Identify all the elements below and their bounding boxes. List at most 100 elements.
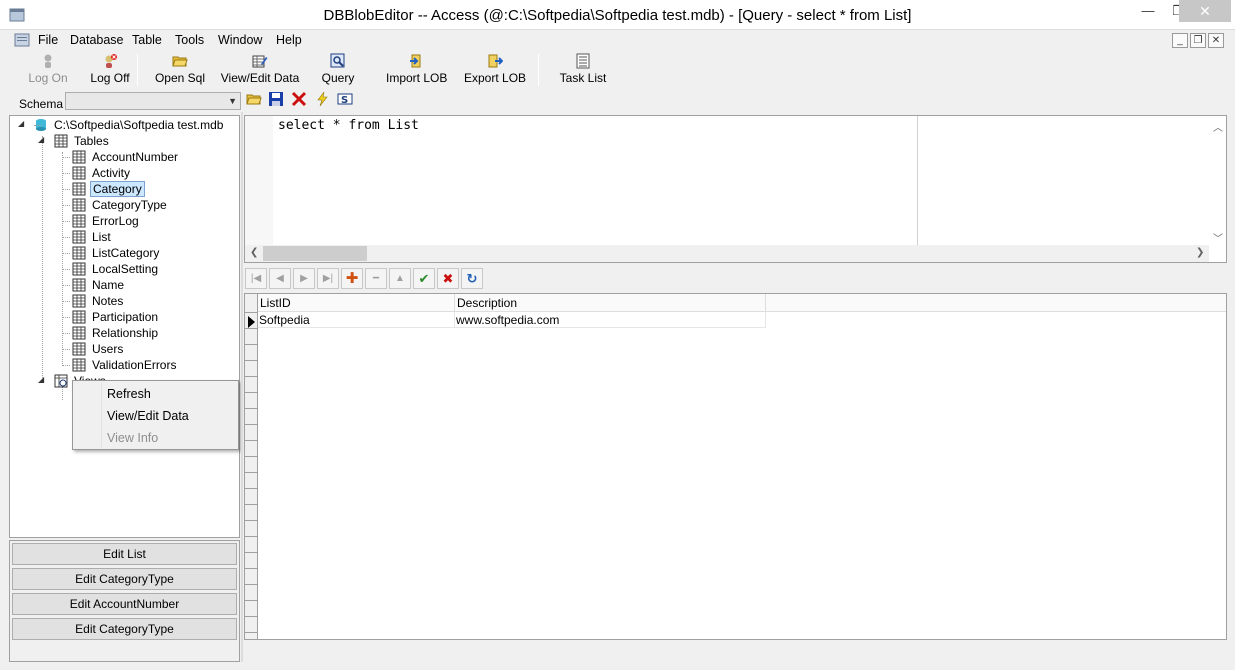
svg-text:S: S	[341, 95, 348, 106]
tree-table-item[interactable]: Users	[62, 341, 232, 357]
edit-list-button[interactable]: Edit List	[12, 543, 237, 565]
tree-table-item[interactable]: CategoryType	[62, 197, 232, 213]
row-indicator-divider	[245, 424, 258, 425]
table-icon	[72, 166, 86, 180]
tree-table-item[interactable]: Notes	[62, 293, 232, 309]
tree-table-item[interactable]: ValidationErrors	[62, 357, 232, 373]
context-menu-view-edit-data[interactable]: View/Edit Data	[107, 409, 189, 423]
delete-record-button[interactable]: ━	[365, 268, 387, 289]
row-indicator-divider	[245, 600, 258, 601]
document-icon[interactable]	[14, 32, 30, 48]
table-icon	[72, 262, 86, 276]
log-on-button[interactable]: Log On	[26, 52, 70, 88]
tree-table-label: Name	[92, 278, 125, 292]
context-menu-refresh[interactable]: Refresh	[107, 387, 151, 401]
grid-cell[interactable]: Softpedia	[258, 312, 455, 328]
menu-tools[interactable]: Tools	[175, 33, 204, 47]
minimize-button[interactable]: —	[1133, 0, 1163, 22]
current-row-indicator-icon	[248, 316, 255, 328]
sql-text[interactable]: select * from List	[278, 118, 419, 133]
query-icon	[330, 53, 345, 68]
sql-editor[interactable]: select * from List ︿ ﹀ ❮ ❯	[244, 115, 1227, 263]
column-header-description[interactable]: Description	[455, 294, 766, 312]
scroll-left-icon[interactable]: ❮	[250, 247, 258, 258]
tree-table-item[interactable]: Relationship	[62, 325, 232, 341]
view-edit-data-button[interactable]: View/Edit Data	[220, 52, 300, 88]
tree-table-item[interactable]: Participation	[62, 309, 232, 325]
save-icon[interactable]	[268, 91, 284, 107]
row-indicator-divider	[245, 312, 258, 313]
refresh-data-button[interactable]: ↻	[461, 268, 483, 289]
panel-splitter[interactable]	[241, 112, 243, 662]
open-file-icon[interactable]	[246, 91, 262, 107]
scroll-thumb[interactable]	[263, 246, 367, 261]
task-list-button[interactable]: Task List	[556, 52, 610, 88]
edit-categorytype-button-2[interactable]: Edit CategoryType	[12, 618, 237, 640]
row-indicator-divider	[245, 472, 258, 473]
results-grid[interactable]: ListID Description Softpedia www.softped…	[244, 293, 1227, 640]
next-record-button[interactable]: ▶	[293, 268, 315, 289]
mdi-restore-button[interactable]: ❐	[1190, 33, 1206, 48]
tree-table-label: ListCategory	[92, 246, 160, 260]
mdi-close-button[interactable]: ✕	[1208, 33, 1224, 48]
row-indicator-divider	[245, 376, 258, 377]
query-button[interactable]: Query	[318, 52, 358, 88]
menu-table[interactable]: Table	[132, 33, 162, 47]
tree-table-item[interactable]: LocalSetting	[62, 261, 232, 277]
tree-root[interactable]: ◢ C:\Softpedia\Softpedia test.mdb	[18, 117, 233, 133]
tree-table-item[interactable]: AccountNumber	[62, 149, 232, 165]
format-sql-icon[interactable]: S	[337, 91, 353, 107]
tree-table-item[interactable]: List	[62, 229, 232, 245]
object-tree[interactable]: ◢ C:\Softpedia\Softpedia test.mdb ◢ Tabl…	[9, 115, 240, 538]
tree-line	[62, 349, 70, 350]
window-title: DBBlobEditor -- Access (@:C:\Softpedia\S…	[323, 7, 912, 24]
grid-cell[interactable]: www.softpedia.com	[455, 312, 766, 328]
execute-icon[interactable]	[314, 91, 330, 107]
scroll-down-icon[interactable]: ﹀	[1213, 230, 1223, 245]
prior-record-button[interactable]: ◀	[269, 268, 291, 289]
import-lob-button[interactable]: Import LOB	[386, 52, 447, 88]
tree-table-item[interactable]: Activity	[62, 165, 232, 181]
editor-horizontal-scrollbar[interactable]: ❮ ❯	[245, 245, 1209, 262]
cancel-record-button[interactable]: ✖	[437, 268, 459, 289]
table-icon	[72, 310, 86, 324]
schema-select[interactable]: ▼	[65, 92, 241, 110]
main-toolbar: Log On Log Off Open Sql View/Edit Data Q…	[0, 50, 1235, 90]
edit-record-button[interactable]: ▲	[389, 268, 411, 289]
row-indicator-divider	[245, 520, 258, 521]
log-off-button[interactable]: Log Off	[88, 52, 132, 88]
insert-record-button[interactable]: ✚	[341, 268, 363, 289]
delete-icon[interactable]	[291, 91, 307, 107]
tree-line	[62, 253, 70, 254]
tree-line	[62, 157, 70, 158]
column-header-listid[interactable]: ListID	[258, 294, 455, 312]
context-menu: Refresh View/Edit Data View Info	[72, 380, 239, 450]
scroll-right-icon[interactable]: ❯	[1196, 247, 1204, 258]
editor-vertical-scrollbar[interactable]: ︿ ﹀	[1209, 116, 1226, 246]
menu-help[interactable]: Help	[276, 33, 302, 47]
menu-window[interactable]: Window	[218, 33, 262, 47]
tree-table-item[interactable]: Name	[62, 277, 232, 293]
scroll-up-icon[interactable]: ︿	[1213, 119, 1223, 134]
tree-table-item[interactable]: Category	[62, 181, 232, 197]
close-button[interactable]: ✕	[1179, 0, 1231, 22]
menu-database[interactable]: Database	[70, 33, 124, 47]
folder-icon	[172, 56, 188, 67]
tree-table-item[interactable]: ListCategory	[62, 245, 232, 261]
row-indicator-divider	[245, 488, 258, 489]
table-icon	[72, 278, 86, 292]
tree-line	[62, 221, 70, 222]
first-record-button[interactable]: |◀	[245, 268, 267, 289]
edit-categorytype-button[interactable]: Edit CategoryType	[12, 568, 237, 590]
last-record-button[interactable]: ▶|	[317, 268, 339, 289]
mdi-minimize-button[interactable]: _	[1172, 33, 1188, 48]
edit-accountnumber-button[interactable]: Edit AccountNumber	[12, 593, 237, 615]
post-record-button[interactable]: ✔	[413, 268, 435, 289]
menu-file[interactable]: File	[38, 33, 58, 47]
tree-table-item[interactable]: ErrorLog	[62, 213, 232, 229]
toolbar-separator	[538, 54, 539, 86]
open-sql-button[interactable]: Open Sql	[154, 52, 206, 88]
tree-line	[62, 269, 70, 270]
export-lob-button[interactable]: Export LOB	[464, 52, 526, 88]
table-icon	[72, 198, 86, 212]
